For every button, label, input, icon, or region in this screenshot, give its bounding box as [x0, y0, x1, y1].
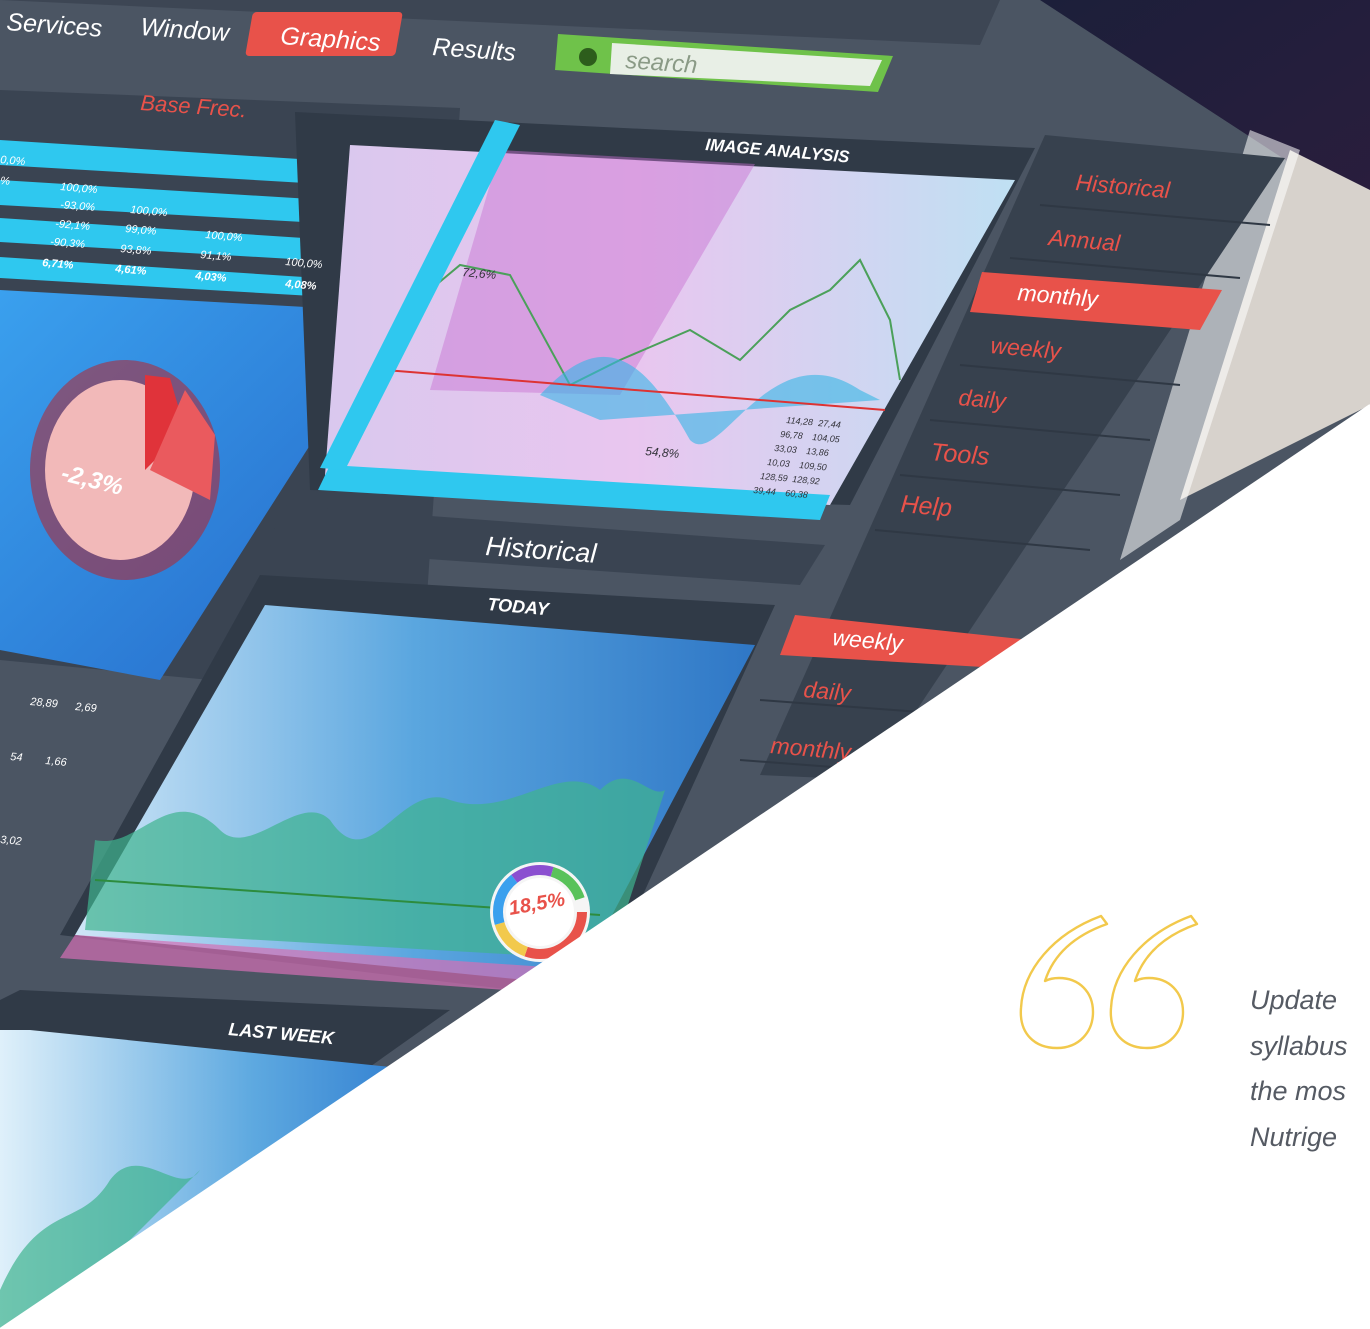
dashboard-photo: Services Window Graphics Results search …	[0, 0, 1370, 1329]
analysis-label: 54,8%	[645, 444, 680, 461]
right-menu-daily[interactable]: daily	[958, 384, 1009, 414]
search-input-placeholder[interactable]: search	[625, 47, 699, 79]
analysis-table-value: 10,03	[767, 457, 790, 469]
quote-line: the mos	[1250, 1076, 1347, 1106]
analysis-table-value: 39,44	[753, 485, 776, 497]
quote-line: Nutrige	[1250, 1121, 1338, 1152]
base-frec-value: 0,0%	[0, 154, 26, 168]
menu-item-results[interactable]: Results	[432, 33, 517, 67]
lower-left-value: 3,02	[0, 834, 22, 848]
sub-menu-daily[interactable]: daily	[803, 676, 854, 706]
analysis-label: 72,6%	[462, 265, 497, 282]
quotation-mark-icon	[1019, 914, 1199, 1050]
right-menu-tools[interactable]: Tools	[929, 438, 990, 471]
lower-left-value: 2,69	[74, 701, 97, 715]
quote-text: Update syllabus the mos Nutrige	[1250, 978, 1370, 1160]
base-frec-value: %	[0, 175, 11, 188]
quote-line: syllabus	[1250, 1030, 1348, 1061]
analysis-table-value: 27,44	[817, 418, 841, 430]
analysis-table-value: 33,03	[774, 443, 797, 455]
quote-line: Update	[1250, 985, 1338, 1015]
lower-left-value: 1,66	[45, 755, 68, 769]
lower-left-value: 28,89	[29, 696, 58, 710]
lower-left-value: 54	[10, 751, 23, 764]
analysis-table-value: 13,86	[806, 446, 829, 458]
analysis-table-value: 96,78	[780, 429, 803, 441]
right-menu-help[interactable]: Help	[899, 490, 953, 522]
analysis-table-value: 60,38	[785, 488, 808, 500]
